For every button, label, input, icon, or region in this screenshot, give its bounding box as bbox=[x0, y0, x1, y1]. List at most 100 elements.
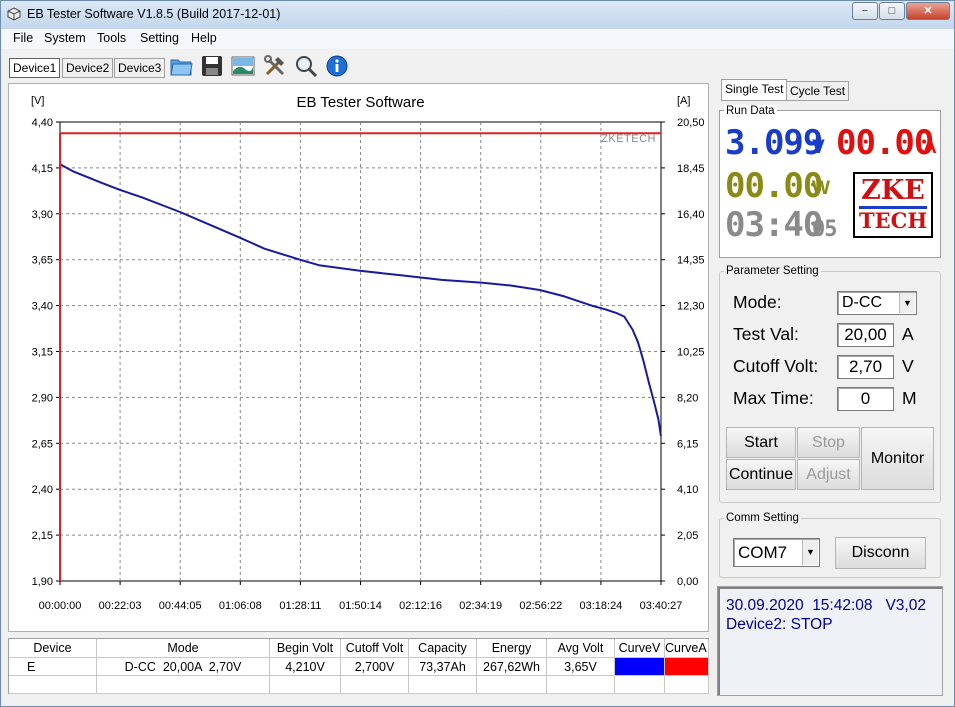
test-val-input[interactable]: 20,00 bbox=[837, 323, 894, 347]
y-left-tick-label: 3,90 bbox=[32, 209, 53, 221]
logo-text-zke: ZKE bbox=[861, 175, 925, 206]
y-left-tick-label: 3,40 bbox=[32, 301, 53, 313]
toolbar: Device1 Device2 Device3 bbox=[1, 51, 954, 81]
com-port-select[interactable]: COM7 ▼ bbox=[733, 538, 820, 567]
col-header-energy: Energy bbox=[477, 639, 547, 658]
cell-energy[interactable]: 267,62Wh bbox=[477, 658, 547, 676]
chevron-down-icon[interactable]: ▼ bbox=[802, 540, 818, 565]
empty-cell bbox=[409, 676, 477, 694]
time-seconds: 05 bbox=[812, 217, 837, 242]
power-unit: W bbox=[812, 178, 830, 199]
zketech-logo: ZKE TECH bbox=[853, 172, 933, 238]
chevron-down-icon[interactable]: ▼ bbox=[899, 293, 915, 313]
cell-device[interactable]: E bbox=[9, 658, 97, 676]
col-header-avg-volt: Avg Volt bbox=[547, 639, 615, 658]
menu-tools[interactable]: Tools bbox=[97, 31, 126, 45]
empty-cell bbox=[615, 676, 665, 694]
y-right-tick-label: 12,30 bbox=[677, 301, 705, 313]
empty-cell bbox=[477, 676, 547, 694]
y-left-tick-label: 4,15 bbox=[32, 163, 53, 175]
title-bar[interactable]: EB Tester Software V1.8.5 (Build 2017-12… bbox=[1, 1, 954, 29]
y-right-tick-label: 18,45 bbox=[677, 163, 705, 175]
x-tick-label: 00:44:05 bbox=[159, 600, 202, 612]
run-data-panel: Run Data 3.099 V 00.00 A 00.00 W 03:40 0… bbox=[719, 105, 941, 258]
cell-cutoff-volt[interactable]: 2,700V bbox=[341, 658, 409, 676]
col-header-capacity: Capacity bbox=[409, 639, 477, 658]
col-header-device: Device bbox=[9, 639, 97, 658]
cell-curve-v-color[interactable] bbox=[615, 658, 665, 676]
max-time-input[interactable]: 0 bbox=[837, 387, 894, 411]
time-display: 03:40 bbox=[725, 205, 823, 245]
y-right-axis-label: [A] bbox=[677, 95, 690, 107]
tools-icon[interactable] bbox=[263, 54, 287, 78]
empty-cell bbox=[341, 676, 409, 694]
x-tick-label: 02:34:19 bbox=[459, 600, 502, 612]
cell-avg-volt[interactable]: 3,65V bbox=[547, 658, 615, 676]
maximize-button[interactable]: □ bbox=[879, 2, 905, 20]
tab-single-test[interactable]: Single Test bbox=[721, 79, 788, 101]
monitor-button[interactable]: Monitor bbox=[861, 427, 934, 490]
x-tick-label: 03:40:27 bbox=[640, 600, 683, 612]
minimize-button[interactable]: − bbox=[852, 2, 878, 20]
menu-help[interactable]: Help bbox=[191, 31, 217, 45]
tab-device2[interactable]: Device2 bbox=[62, 58, 114, 78]
cutoff-volt-input[interactable]: 2,70 bbox=[837, 355, 894, 379]
cell-begin-volt[interactable]: 4,210V bbox=[270, 658, 341, 676]
x-tick-label: 03:18:24 bbox=[579, 600, 622, 612]
x-tick-label: 00:22:03 bbox=[99, 600, 142, 612]
y-right-tick-label: 6,15 bbox=[677, 438, 698, 450]
stop-button[interactable]: Stop bbox=[797, 427, 860, 458]
y-right-tick-label: 10,25 bbox=[677, 347, 705, 359]
save-icon[interactable] bbox=[200, 54, 224, 78]
tab-cycle-test[interactable]: Cycle Test bbox=[786, 81, 850, 101]
y-left-axis-label: [V] bbox=[31, 95, 44, 107]
y-right-tick-label: 20,50 bbox=[677, 117, 705, 129]
status-datetime: 30.09.2020 15:42:08 V3,02 bbox=[726, 597, 926, 614]
tab-device3[interactable]: Device3 bbox=[114, 58, 166, 78]
com-port-value: COM7 bbox=[738, 543, 788, 562]
cell-mode[interactable]: D-CC 20,00A 2,70V bbox=[97, 658, 270, 676]
adjust-button[interactable]: Adjust bbox=[797, 459, 860, 490]
tab-device1[interactable]: Device1 bbox=[9, 58, 61, 78]
y-right-tick-label: 16,40 bbox=[677, 209, 705, 221]
x-tick-label: 01:28:11 bbox=[279, 600, 321, 612]
run-data-label: Run Data bbox=[724, 105, 777, 117]
disconnect-button[interactable]: Disconn bbox=[835, 537, 926, 569]
col-header-begin-volt: Begin Volt bbox=[270, 639, 341, 658]
menu-setting[interactable]: Setting bbox=[140, 31, 179, 45]
parameter-setting-label: Parameter Setting bbox=[724, 265, 821, 277]
y-right-tick-label: 14,35 bbox=[677, 255, 705, 267]
results-table: Device Mode Begin Volt Cutoff Volt Capac… bbox=[8, 638, 709, 694]
cell-curve-a-color[interactable] bbox=[665, 658, 709, 676]
empty-cell bbox=[270, 676, 341, 694]
window-title: EB Tester Software V1.8.5 (Build 2017-12… bbox=[27, 7, 281, 21]
chart-image-icon[interactable] bbox=[231, 54, 255, 78]
status-device: Device2: STOP bbox=[726, 616, 833, 633]
menu-system[interactable]: System bbox=[44, 31, 86, 45]
voltage-unit: V bbox=[812, 137, 825, 158]
y-left-tick-label: 2,90 bbox=[32, 392, 53, 404]
start-button[interactable]: Start bbox=[726, 427, 796, 458]
empty-cell bbox=[665, 676, 709, 694]
x-tick-label: 00:00:00 bbox=[39, 600, 82, 612]
col-header-curve-a: CurveA bbox=[665, 639, 709, 658]
cutoff-volt-unit: V bbox=[902, 356, 914, 376]
info-icon[interactable] bbox=[325, 54, 349, 78]
menu-bar: File System Tools Setting Help bbox=[1, 29, 954, 49]
y-left-tick-label: 2,65 bbox=[32, 438, 53, 450]
voltage-display: 3.099 bbox=[725, 123, 823, 163]
y-left-tick-label: 1,90 bbox=[32, 576, 53, 588]
open-folder-icon[interactable] bbox=[169, 54, 193, 78]
y-right-tick-label: 2,05 bbox=[677, 530, 698, 542]
max-time-unit: M bbox=[902, 388, 917, 408]
col-header-cutoff-volt: Cutoff Volt bbox=[341, 639, 409, 658]
app-window: EB Tester Software V1.8.5 (Build 2017-12… bbox=[0, 0, 955, 707]
menu-file[interactable]: File bbox=[13, 31, 33, 45]
zoom-icon[interactable] bbox=[294, 54, 318, 78]
mode-select[interactable]: D-CC ▼ bbox=[837, 291, 917, 315]
col-header-curve-v: CurveV bbox=[615, 639, 665, 658]
continue-button[interactable]: Continue bbox=[726, 459, 796, 490]
cell-capacity[interactable]: 73,37Ah bbox=[409, 658, 477, 676]
close-button[interactable]: ✕ bbox=[906, 2, 950, 20]
empty-cell bbox=[97, 676, 270, 694]
